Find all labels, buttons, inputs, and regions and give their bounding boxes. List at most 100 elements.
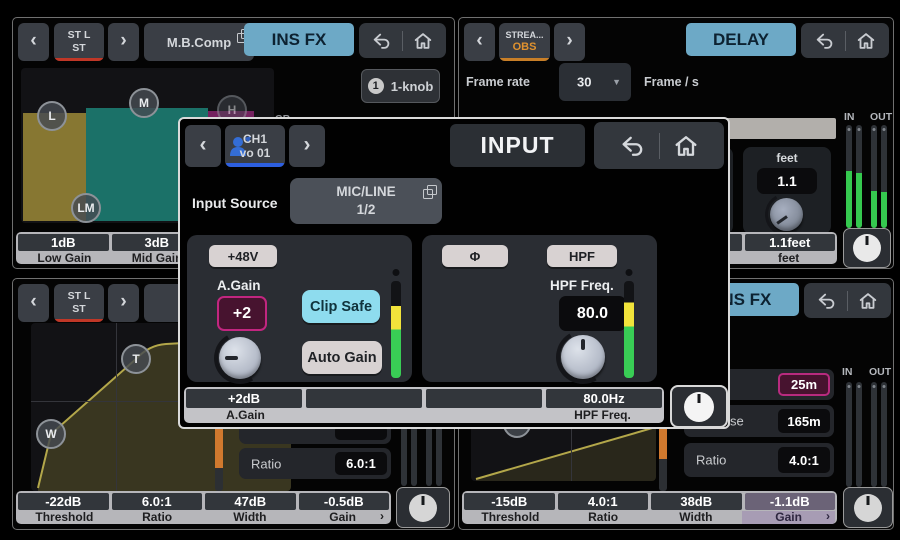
channel-name: STREA... — [505, 30, 543, 41]
home-icon — [672, 132, 700, 160]
preset-button[interactable]: M.B.Comp — [144, 23, 254, 61]
next-channel-button[interactable]: › — [554, 23, 585, 61]
in-meter-r — [856, 125, 862, 228]
out-meter-r — [881, 125, 887, 228]
feet-unit-label: feet — [743, 151, 831, 165]
divider — [845, 31, 846, 51]
one-knob-button[interactable]: 1 1-knob — [361, 69, 440, 103]
back-button[interactable] — [816, 290, 838, 312]
input-source-value2: 1/2 — [357, 201, 376, 219]
param-value-hpf[interactable]: 80.0Hz — [546, 389, 662, 408]
param-label-gain: Gain› — [296, 511, 389, 524]
home-button[interactable] — [857, 290, 879, 312]
divider — [402, 31, 403, 51]
back-icon — [371, 30, 393, 52]
chevron-right-icon: › — [304, 133, 311, 157]
tab-delay[interactable]: DELAY — [686, 23, 796, 56]
prev-channel-button[interactable]: ‹ — [18, 284, 49, 322]
param-strip: +2dB 80.0Hz A.Gain HPF Freq. — [184, 387, 664, 423]
param-value-again[interactable]: +2dB — [186, 389, 302, 408]
home-button[interactable] — [672, 132, 700, 160]
param-label-width: Width — [650, 511, 743, 524]
back-button[interactable] — [619, 132, 647, 160]
back-icon — [619, 132, 647, 160]
ratio-row[interactable]: Ratio 4.0:1 — [684, 443, 834, 477]
prev-channel-button[interactable]: ‹ — [18, 23, 49, 61]
param-label-ratio: Ratio — [111, 511, 204, 524]
out-meter-l — [871, 382, 877, 487]
param-value-width[interactable]: 47dB — [205, 493, 296, 510]
channel-name2: OBS — [513, 41, 537, 54]
home-button[interactable] — [412, 30, 434, 52]
hpf-knob[interactable] — [561, 335, 605, 379]
threshold-handle[interactable]: T — [121, 344, 151, 374]
channel-select-button[interactable]: ST L ST — [54, 284, 104, 322]
channel-select-button[interactable]: CH1 vo 01 — [225, 125, 285, 167]
chevron-left-icon: ‹ — [476, 30, 482, 52]
channel-select-button[interactable]: ST L ST — [54, 23, 104, 61]
gain-knob-button[interactable] — [670, 385, 728, 428]
row-label: Ratio — [696, 453, 726, 468]
back-button[interactable] — [371, 30, 393, 52]
ratio-row[interactable]: Ratio 6.0:1 — [239, 448, 391, 479]
param-value-2[interactable] — [306, 389, 422, 408]
band-handle-l[interactable]: L — [37, 101, 67, 131]
back-icon — [816, 290, 838, 312]
band-handle-m[interactable]: M — [129, 88, 159, 118]
param-value-gain[interactable]: -0.5dB — [299, 493, 390, 510]
hpf-button[interactable]: HPF — [547, 245, 617, 267]
row-value: 4.0:1 — [778, 447, 830, 473]
back-button[interactable] — [814, 30, 836, 52]
clip-safe-button[interactable]: Clip Safe — [302, 290, 380, 323]
chevron-right-icon: › — [566, 30, 572, 52]
row-value: 6.0:1 — [335, 452, 387, 475]
home-button[interactable] — [855, 30, 877, 52]
gain-knob-button[interactable] — [843, 487, 893, 528]
param-value-3[interactable] — [426, 389, 542, 408]
delay-knob[interactable] — [770, 198, 803, 231]
channel-name: ST L — [68, 290, 91, 303]
param-value-gain-selected[interactable]: -1.1dB — [745, 493, 836, 510]
next-channel-button[interactable]: › — [108, 23, 139, 61]
next-channel-button[interactable]: › — [289, 125, 325, 167]
param-value-width[interactable]: 38dB — [651, 493, 742, 510]
input-source-label: Input Source — [192, 195, 278, 211]
phase-button[interactable]: Φ — [442, 245, 508, 267]
next-channel-button[interactable]: › — [108, 284, 139, 322]
divider — [659, 133, 660, 159]
delay-value[interactable]: 1.1 — [757, 168, 817, 194]
param-value-low-gain[interactable]: 1dB — [18, 234, 109, 251]
gain-knob-button[interactable] — [396, 487, 450, 528]
input-dialog: ‹ CH1 vo 01 › INPUT Input Source MIC/LIN… — [178, 117, 730, 429]
gain-knob-button[interactable] — [843, 228, 891, 268]
frame-rate-unit: Frame / s — [644, 75, 699, 89]
param-value-delay[interactable]: 1.1feet — [745, 234, 836, 251]
frame-rate-dropdown[interactable]: 30 ▼ — [559, 63, 631, 101]
again-knob[interactable] — [219, 337, 261, 379]
chevron-left-icon: ‹ — [30, 30, 36, 52]
again-meter — [391, 281, 401, 378]
tab-ins-fx[interactable]: INS FX — [244, 23, 354, 56]
again-value[interactable]: +2 — [217, 296, 267, 331]
param-value-threshold[interactable]: -22dB — [18, 493, 109, 510]
hpf-freq-value[interactable]: 80.0 — [559, 296, 626, 331]
home-icon — [857, 290, 879, 312]
hpf-freq-label: HPF Freq. — [550, 278, 614, 293]
input-source-button[interactable]: MIC/LINE 1/2 — [290, 178, 442, 224]
knob-icon — [854, 494, 882, 522]
channel-select-button[interactable]: STREA... OBS — [499, 23, 550, 61]
param-value-ratio[interactable]: 4.0:1 — [558, 493, 649, 510]
param-value-ratio[interactable]: 6.0:1 — [112, 493, 203, 510]
band-handle-lm[interactable]: LM — [71, 193, 101, 223]
channel-name2: ST — [72, 42, 85, 55]
auto-gain-button[interactable]: Auto Gain — [302, 341, 382, 374]
param-label-hpf: HPF Freq. — [543, 409, 662, 422]
width-handle[interactable]: W — [36, 419, 66, 449]
prev-channel-button[interactable]: ‹ — [464, 23, 495, 61]
channel-color-bar — [500, 58, 549, 61]
out-meter-l — [871, 125, 877, 228]
param-label-again: A.Gain — [186, 409, 305, 422]
param-value-threshold[interactable]: -15dB — [464, 493, 555, 510]
phantom-48v-button[interactable]: +48V — [209, 245, 277, 267]
prev-channel-button[interactable]: ‹ — [185, 125, 221, 167]
